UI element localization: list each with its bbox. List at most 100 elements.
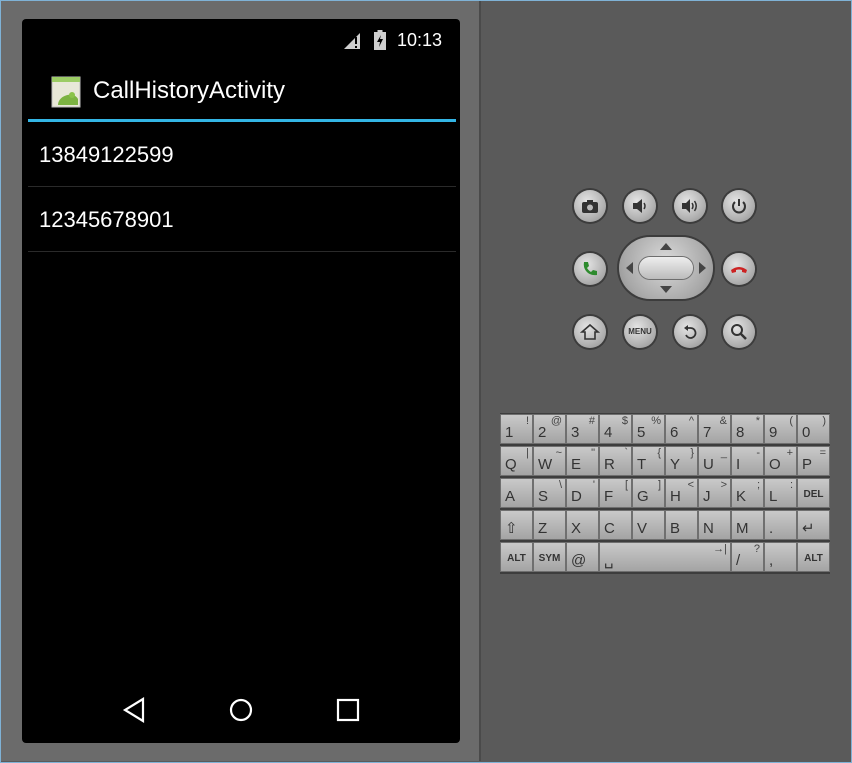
key-label: Y (670, 456, 681, 473)
key[interactable]: P = (797, 446, 830, 476)
key[interactable]: 0) (797, 414, 830, 444)
nav-back-icon[interactable] (121, 695, 151, 725)
key-label: 7 (703, 424, 712, 441)
key-label: Q (505, 456, 517, 473)
key[interactable]: @ (566, 542, 599, 572)
key[interactable]: 9( (764, 414, 797, 444)
back-button[interactable] (674, 316, 706, 348)
key[interactable]: 7 & (698, 414, 731, 444)
key-label: K (736, 488, 747, 505)
key[interactable]: J > (698, 478, 731, 508)
key-alt-label: = (819, 447, 826, 459)
key[interactable]: 2 @ (533, 414, 566, 444)
key-alt-label: | (526, 447, 529, 459)
list-item[interactable]: 12345678901 (28, 187, 456, 252)
power-button[interactable] (723, 190, 755, 222)
key[interactable]: D ' (566, 478, 599, 508)
key[interactable]: ↵ (797, 510, 830, 540)
key[interactable]: H < (665, 478, 698, 508)
battery-icon (374, 30, 386, 50)
key-label: B (670, 520, 681, 537)
key-label: O (769, 456, 781, 473)
dpad-right-icon[interactable] (699, 262, 706, 274)
key[interactable]: W ~ (533, 446, 566, 476)
key[interactable]: F[ (599, 478, 632, 508)
key-label: S (538, 488, 549, 505)
key[interactable]: S \ (533, 478, 566, 508)
camera-button[interactable] (574, 190, 606, 222)
search-button[interactable] (723, 316, 755, 348)
back-icon (684, 325, 697, 339)
end-call-button[interactable] (723, 253, 755, 285)
key-alt-label: > (720, 479, 727, 491)
key[interactable]: ␣ →| (599, 542, 731, 572)
key-label: ↵ (802, 520, 815, 537)
volume-up-button[interactable] (674, 190, 706, 222)
key[interactable]: K; (731, 478, 764, 508)
key[interactable]: , (764, 542, 797, 572)
key[interactable]: E " (566, 446, 599, 476)
action-bar: CallHistoryActivity (22, 61, 460, 121)
key[interactable]: /? (731, 542, 764, 572)
key-alt-label: ^ (688, 415, 694, 427)
key[interactable]: T{ (632, 446, 665, 476)
device-pane: 10:13 CallHistoryActivity 13849122599 12… (1, 1, 479, 761)
volume-up-icon (682, 199, 697, 213)
list-item[interactable]: 13849122599 (28, 122, 456, 187)
key-alt-label: ( (789, 415, 793, 427)
dpad-left-icon[interactable] (626, 262, 633, 274)
key-alt-label: @ (550, 415, 562, 427)
dpad-down-icon[interactable] (660, 286, 672, 293)
key-label: G (637, 488, 649, 505)
key[interactable]: 3 # (566, 414, 599, 444)
nav-recent-apps-icon[interactable] (333, 695, 363, 725)
key[interactable]: DEL (797, 478, 830, 508)
key[interactable]: A (500, 478, 533, 508)
key-label: 3 (571, 424, 580, 441)
nav-home-icon[interactable] (226, 695, 256, 725)
key[interactable]: U _ (698, 446, 731, 476)
key-label: L (769, 488, 778, 505)
key[interactable]: I- (731, 446, 764, 476)
key[interactable]: 5% (632, 414, 665, 444)
key[interactable]: B (665, 510, 698, 540)
dpad[interactable] (619, 237, 713, 299)
controls-pane (481, 1, 851, 761)
key[interactable]: O + (764, 446, 797, 476)
key[interactable]: ⇧ (500, 510, 533, 540)
key[interactable]: Q | (500, 446, 533, 476)
key[interactable]: C (599, 510, 632, 540)
key[interactable]: ALT (500, 542, 533, 572)
key[interactable]: V (632, 510, 665, 540)
key-label: M (736, 520, 749, 537)
key[interactable]: N (698, 510, 731, 540)
home-button[interactable] (574, 316, 606, 348)
call-button[interactable] (574, 253, 606, 285)
key-alt-label: } (690, 447, 694, 459)
end-call-icon (731, 267, 747, 273)
key-label: Z (538, 520, 548, 537)
key[interactable]: Z (533, 510, 566, 540)
key[interactable]: 1! (500, 414, 533, 444)
key[interactable]: . (764, 510, 797, 540)
dpad-center-button[interactable] (639, 257, 693, 279)
key[interactable]: M (731, 510, 764, 540)
key[interactable]: L: (764, 478, 797, 508)
key[interactable]: G] (632, 478, 665, 508)
dpad-up-icon[interactable] (660, 243, 672, 250)
volume-down-button[interactable] (624, 190, 656, 222)
camera-icon (582, 200, 598, 213)
key[interactable]: 8 * (731, 414, 764, 444)
key-label: N (703, 520, 714, 537)
key[interactable]: Y} (665, 446, 698, 476)
key-label: 8 (736, 424, 745, 441)
menu-button[interactable]: MENU (624, 316, 656, 348)
key[interactable]: ALT (797, 542, 830, 572)
key-alt-label: & (719, 415, 727, 427)
key[interactable]: R ` (599, 446, 632, 476)
key[interactable]: 4 $ (599, 414, 632, 444)
key-label: E (571, 456, 582, 473)
key[interactable]: 6 ^ (665, 414, 698, 444)
key[interactable]: X (566, 510, 599, 540)
key[interactable]: SYM (533, 542, 566, 572)
